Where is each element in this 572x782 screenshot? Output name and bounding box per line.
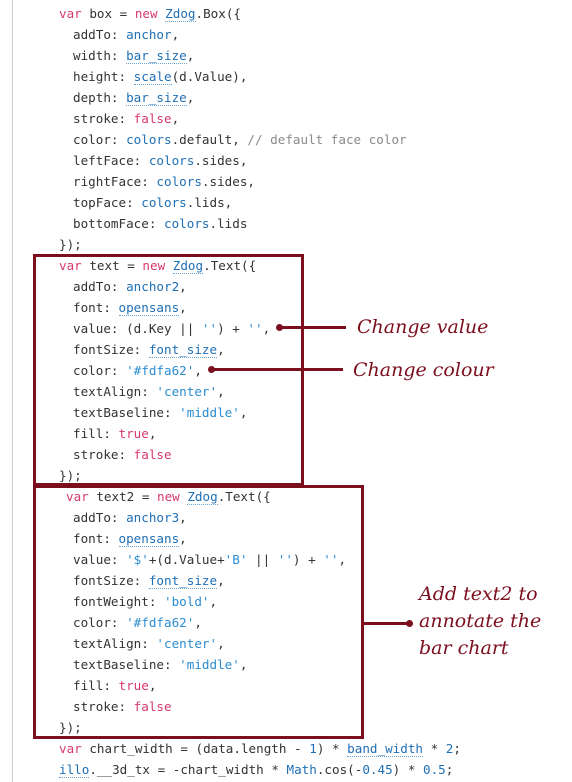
property-value: bar_size [126, 48, 187, 64]
property-value: colors [156, 174, 202, 189]
punct: , [186, 48, 195, 63]
code-line-box-decl: var box = new Zdog.Box({ [59, 3, 241, 24]
property-value: colors [141, 195, 187, 210]
code-line-illo: illo.__3d_tx = -chart_width * Math.cos(-… [59, 759, 453, 780]
property-value: colors [164, 216, 210, 231]
property-value: anchor [126, 27, 172, 42]
annotation-add-text2-line3: bar chart [419, 637, 509, 659]
code-rest: .lids, [186, 195, 233, 210]
number-literal: 1 [309, 741, 317, 756]
punct: ; [445, 762, 454, 777]
arrow-dot-add-text2 [406, 620, 413, 627]
annotation-change-value: Change value [357, 316, 489, 338]
code-line: topFace: colors.lids, [73, 192, 232, 213]
class-ref: Zdog [165, 6, 196, 22]
punct: , [171, 111, 180, 126]
property-value: colors [126, 132, 172, 147]
arrow-add-text2 [364, 622, 408, 625]
property-value: colors [148, 153, 195, 168]
property-key: stroke: [73, 111, 134, 126]
code-line-chart-width: var chart_width = (data.length - 1) * ba… [59, 738, 461, 759]
code-line: width: bar_size, [73, 45, 194, 66]
property-key: depth: [73, 90, 127, 105]
code-comment: // default face color [247, 132, 407, 147]
property-key: bottomFace: [73, 216, 164, 231]
code-line: depth: bar_size, [73, 87, 194, 108]
code-rest: .Box({ [195, 6, 242, 21]
code-rest: ) * [392, 762, 424, 777]
code-line-close: }); [59, 234, 82, 255]
property-value: false [133, 111, 172, 126]
annotation-change-colour: Change colour [353, 359, 494, 381]
variable-ref: illo [59, 762, 90, 778]
property-key: color: [73, 132, 127, 147]
punct: ; [453, 741, 461, 756]
property-key: topFace: [73, 195, 142, 210]
code-rest: .sides, [201, 174, 255, 189]
code-line: leftFace: colors.sides, [73, 150, 247, 171]
arrow-change-colour [212, 368, 343, 371]
annotation-add-text2-line2: annotate the [419, 610, 542, 632]
keyword-var: var [59, 6, 82, 21]
highlight-box-text2 [33, 485, 364, 739]
variable-ref: band_width [347, 741, 423, 757]
property-key: height: [73, 69, 134, 84]
code-rest: .__3d_tx = -chart_width * [89, 762, 287, 777]
code-rest: .sides, [194, 153, 248, 168]
code-rest: (d.Value), [171, 69, 248, 84]
code-close: }); [59, 237, 82, 252]
punct: , [186, 90, 195, 105]
code-rest: .lids [209, 216, 248, 231]
number-literal: 0.5 [423, 762, 446, 777]
property-key: rightFace: [73, 174, 157, 189]
annotation-add-text2-line1: Add text2 to [419, 583, 538, 605]
property-key: width: [73, 48, 127, 63]
code-rest: .cos(- [316, 762, 363, 777]
code-rest: chart_width = (data.length - [81, 741, 310, 756]
code-line: addTo: anchor, [73, 24, 179, 45]
code-rest: ) * [316, 741, 348, 756]
math-ref: Math [286, 762, 317, 777]
property-key: addTo: [73, 27, 127, 42]
number-literal: 0.45 [362, 762, 393, 777]
code-line: rightFace: colors.sides, [73, 171, 255, 192]
code-line: height: scale(d.Value), [73, 66, 247, 87]
property-value: scale [133, 69, 172, 85]
arrow-change-value [280, 326, 346, 329]
keyword-new: new [134, 6, 158, 21]
code-line: stroke: false, [73, 108, 179, 129]
code-line: bottomFace: colors.lids [73, 213, 247, 234]
keyword-var: var [59, 741, 82, 756]
code-rest: * [422, 741, 446, 756]
identifier: box = [81, 6, 135, 21]
property-key: leftFace: [73, 153, 149, 168]
code-rest: .default, [171, 132, 248, 147]
punct: , [171, 27, 180, 42]
code-line: color: colors.default, // default face c… [73, 129, 407, 150]
property-value: bar_size [126, 90, 187, 106]
